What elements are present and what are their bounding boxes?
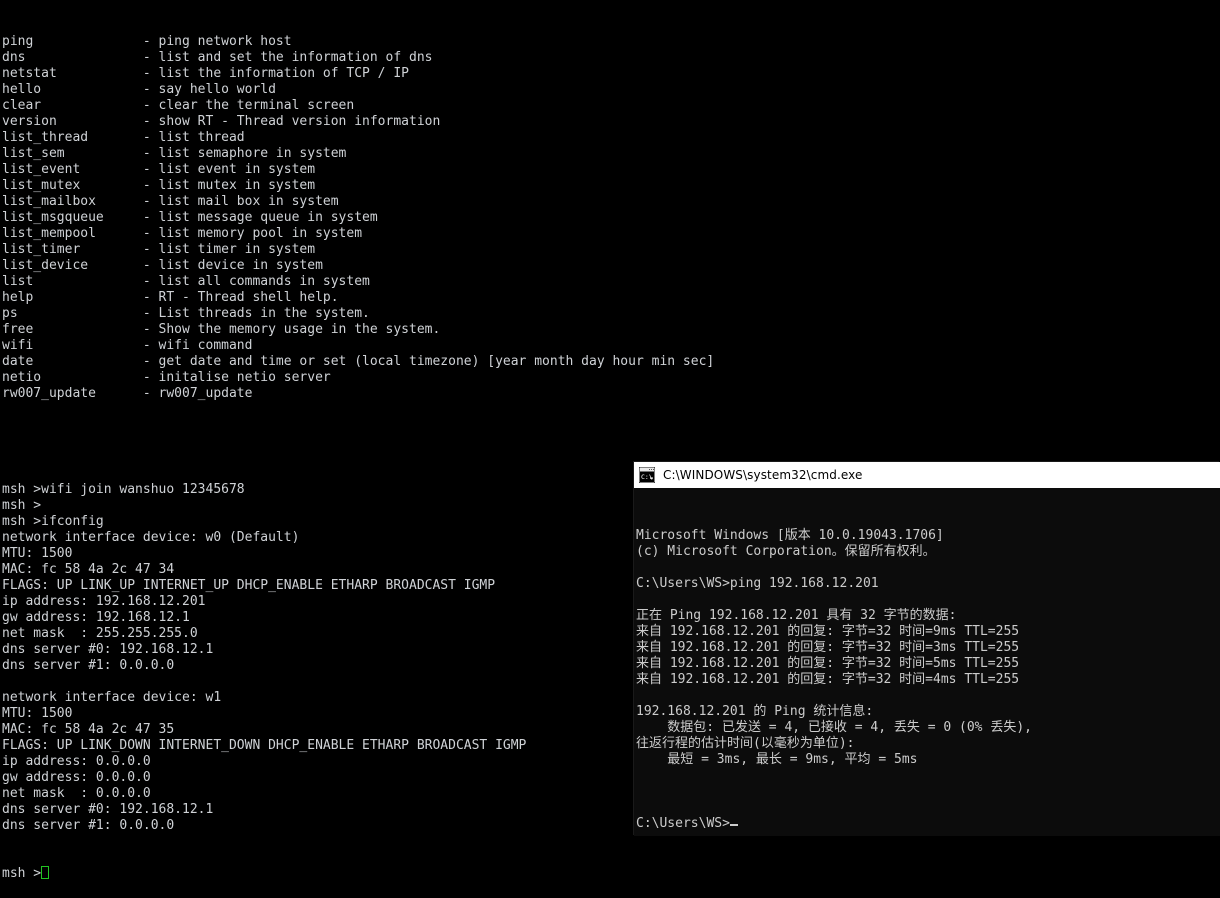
msh-help-row: list - list all commands in system: [2, 274, 370, 289]
msh-help-row: date - get date and time or set (local t…: [2, 354, 715, 369]
cmd-blank-line: [636, 560, 1220, 576]
msh-help-row: rw007_update - rw007_update: [2, 386, 253, 401]
cmd-prompt-text: C:\Users\WS>: [636, 816, 730, 831]
cmd-output-line: 最短 = 3ms, 最长 = 9ms, 平均 = 5ms: [636, 752, 918, 767]
cmd-output-line: 来自 192.168.12.201 的回复: 字节=32 时间=9ms TTL=…: [636, 624, 1020, 639]
msh-help-row: list_event - list event in system: [2, 162, 316, 177]
msh-help-row: netio - initalise netio server: [2, 370, 331, 385]
cmd-output-line: C:\Users\WS>ping 192.168.12.201: [636, 576, 879, 591]
cmd-blank-line: [636, 592, 1220, 608]
msh-help-row: list_sem - list semaphore in system: [2, 146, 347, 161]
msh-final-prompt-line: msh >: [2, 866, 1220, 882]
msh-help-row: list_mutex - list mutex in system: [2, 178, 316, 193]
msh-help-row: list_device - list device in system: [2, 258, 323, 273]
msh-help-row: list_mailbox - list mail box in system: [2, 194, 339, 209]
msh-help-row: hello - say hello world: [2, 82, 276, 97]
msh-help-row: list_msgqueue - list message queue in sy…: [2, 210, 378, 225]
cmd-output-line: (c) Microsoft Corporation。保留所有权利。: [636, 544, 936, 559]
msh-help-row: help - RT - Thread shell help.: [2, 290, 339, 305]
cmd-exe-window[interactable]: C:\ C:\WINDOWS\system32\cmd.exe Microsof…: [634, 462, 1220, 836]
msh-help-row: ping - ping network host: [2, 34, 292, 49]
cmd-blank-line: [636, 688, 1220, 704]
svg-text:C:\: C:\: [641, 473, 653, 481]
cmd-output-line: 来自 192.168.12.201 的回复: 字节=32 时间=4ms TTL=…: [636, 672, 1020, 687]
cmd-titlebar[interactable]: C:\ C:\WINDOWS\system32\cmd.exe: [634, 462, 1220, 488]
msh-help-command-table: ping - ping network host dns - list and s…: [2, 34, 1220, 402]
cmd-console-icon: C:\: [639, 467, 655, 483]
cmd-console-output-area[interactable]: Microsoft Windows [版本 10.0.19043.1706] (c…: [634, 488, 1220, 836]
cmd-final-prompt-line: C:\Users\WS>: [636, 816, 1220, 832]
msh-help-row: clear - clear the terminal screen: [2, 98, 355, 113]
cmd-output-line: 正在 Ping 192.168.12.201 具有 32 字节的数据:: [636, 608, 957, 623]
msh-help-row: list_timer - list timer in system: [2, 242, 316, 257]
msh-help-row: version - show RT - Thread version infor…: [2, 114, 441, 129]
msh-help-row: dns - list and set the information of dn…: [2, 50, 433, 65]
cmd-blank-line: [636, 768, 1220, 784]
msh-blank-line: [2, 434, 1220, 450]
msh-help-row: list_mempool - list memory pool in syste…: [2, 226, 363, 241]
cmd-output-line: 往返行程的估计时间(以毫秒为单位):: [636, 736, 855, 751]
cmd-output-lines: Microsoft Windows [版本 10.0.19043.1706] (c…: [636, 528, 1220, 784]
cmd-output-line: 来自 192.168.12.201 的回复: 字节=32 时间=5ms TTL=…: [636, 656, 1020, 671]
msh-help-row: free - Show the memory usage in the syst…: [2, 322, 441, 337]
cmd-output-line: 来自 192.168.12.201 的回复: 字节=32 时间=3ms TTL=…: [636, 640, 1020, 655]
msh-help-row: netstat - list the information of TCP / …: [2, 66, 409, 81]
cmd-output-line: Microsoft Windows [版本 10.0.19043.1706]: [636, 528, 944, 543]
cmd-title-text: C:\WINDOWS\system32\cmd.exe: [663, 468, 863, 482]
cmd-output-line: 192.168.12.201 的 Ping 统计信息:: [636, 704, 874, 719]
msh-help-row: ps - List threads in the system.: [2, 306, 370, 321]
msh-prompt-text: msh >: [2, 866, 42, 881]
msh-help-row: list_thread - list thread: [2, 130, 245, 145]
msh-help-row: wifi - wifi command: [2, 338, 253, 353]
cmd-caret-icon: [729, 824, 738, 826]
cmd-output-line: 数据包: 已发送 = 4, 已接收 = 4, 丢失 = 0 (0% 丢失),: [636, 720, 1032, 735]
text-cursor-icon: [41, 866, 50, 879]
